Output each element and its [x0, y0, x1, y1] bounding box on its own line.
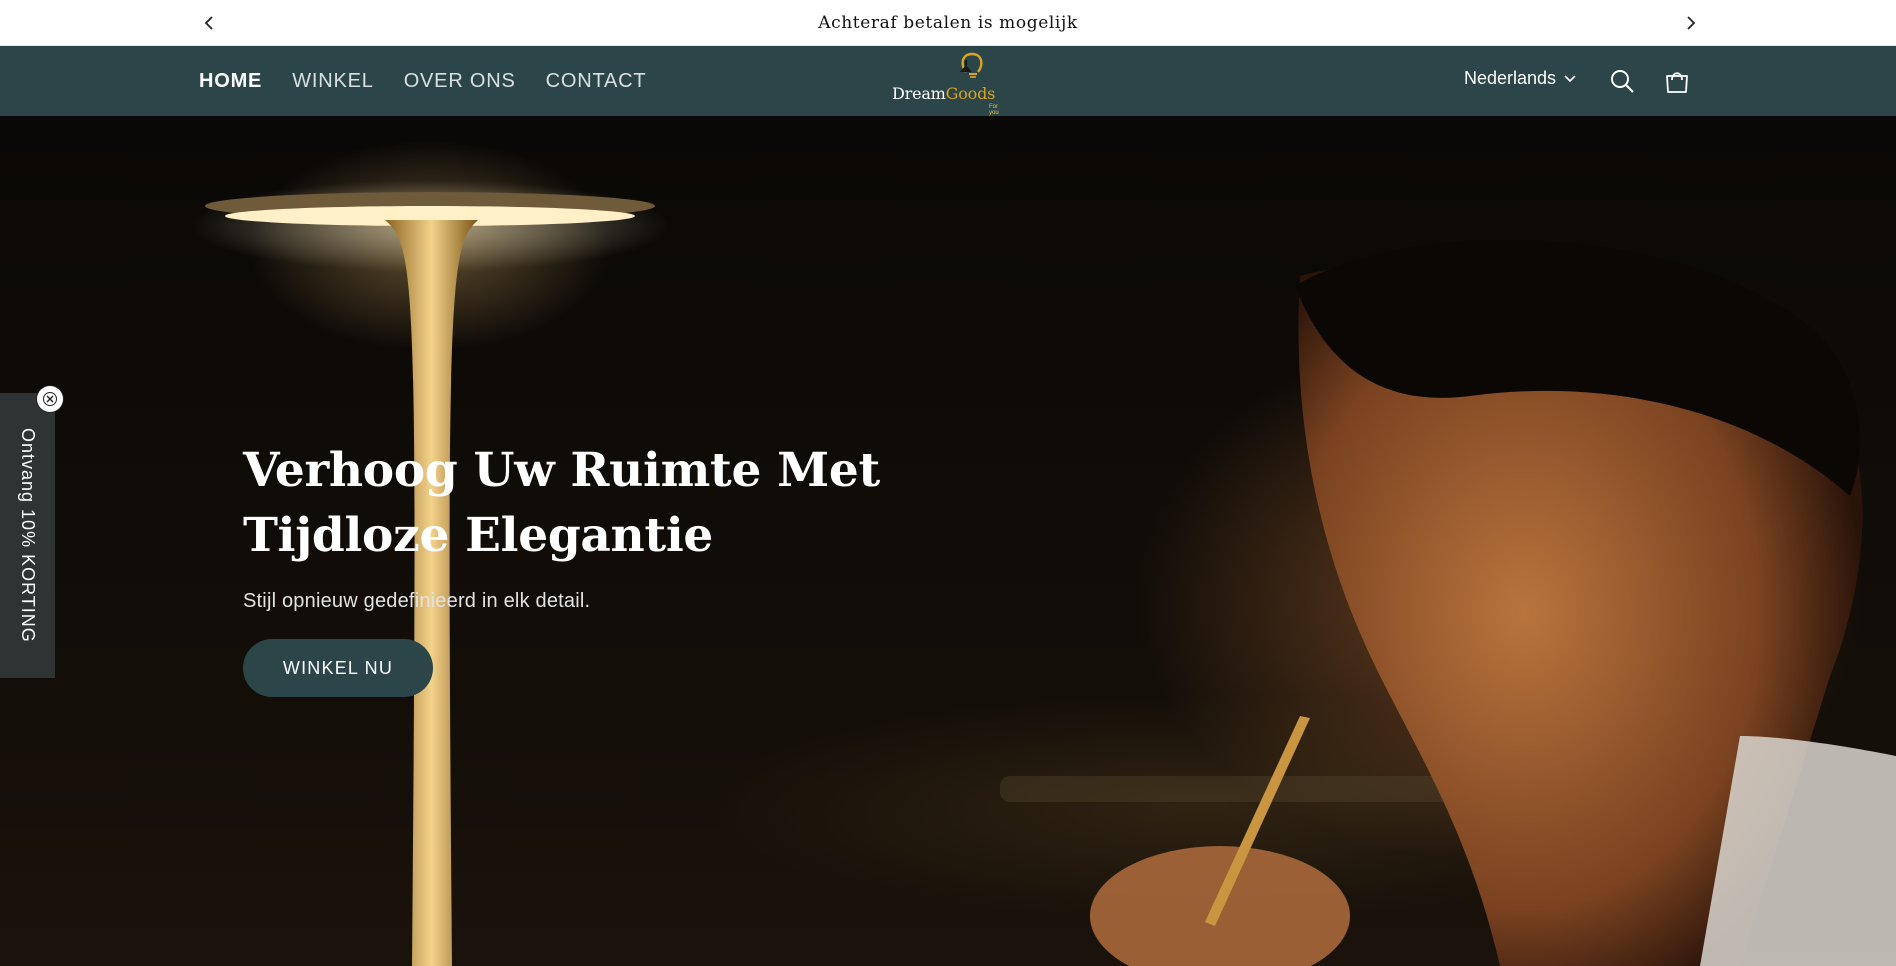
- announcement-text: Achteraf betalen is mogelijk: [818, 12, 1078, 33]
- language-label: Nederlands: [1464, 68, 1557, 88]
- logo[interactable]: DreamGoods For you: [890, 52, 1000, 116]
- nav-item-home[interactable]: HOME: [199, 70, 262, 93]
- close-icon[interactable]: [37, 386, 63, 412]
- logo-wordmark: DreamGoods: [892, 84, 996, 103]
- hero-title: Verhoog Uw Ruimte Met Tijdloze Elegantie: [243, 443, 880, 563]
- nav-item-over-ons[interactable]: OVER ONS: [404, 70, 516, 93]
- shop-now-button[interactable]: WINKEL NU: [243, 639, 433, 697]
- hero-subtitle: Stijl opnieuw gedefinieerd in elk detail…: [243, 590, 591, 612]
- discount-tab-label: Ontvang 10% KORTING: [18, 428, 38, 643]
- hero-banner: Verhoog Uw Ruimte Met Tijdloze Elegantie…: [0, 116, 1896, 966]
- announcement-bar: Achteraf betalen is mogelijk: [0, 0, 1896, 46]
- main-nav: HOME WINKEL OVER ONS CONTACT: [199, 46, 646, 116]
- cart-icon[interactable]: [1662, 66, 1692, 96]
- discount-tab[interactable]: Ontvang 10% KORTING: [0, 393, 55, 678]
- site-header: HOME WINKEL OVER ONS CONTACT DreamGoods …: [0, 46, 1896, 116]
- nav-item-winkel[interactable]: WINKEL: [292, 70, 373, 93]
- chevron-right-icon[interactable]: [1680, 12, 1702, 34]
- search-icon[interactable]: [1607, 66, 1637, 96]
- hero-content: Verhoog Uw Ruimte Met Tijdloze Elegantie…: [243, 438, 1063, 697]
- logo-tagline: For you: [989, 104, 999, 116]
- chevron-left-icon[interactable]: [198, 12, 220, 34]
- language-selector[interactable]: Nederlands: [1464, 68, 1576, 89]
- chevron-down-icon: [1564, 74, 1576, 82]
- nav-item-contact[interactable]: CONTACT: [546, 70, 647, 93]
